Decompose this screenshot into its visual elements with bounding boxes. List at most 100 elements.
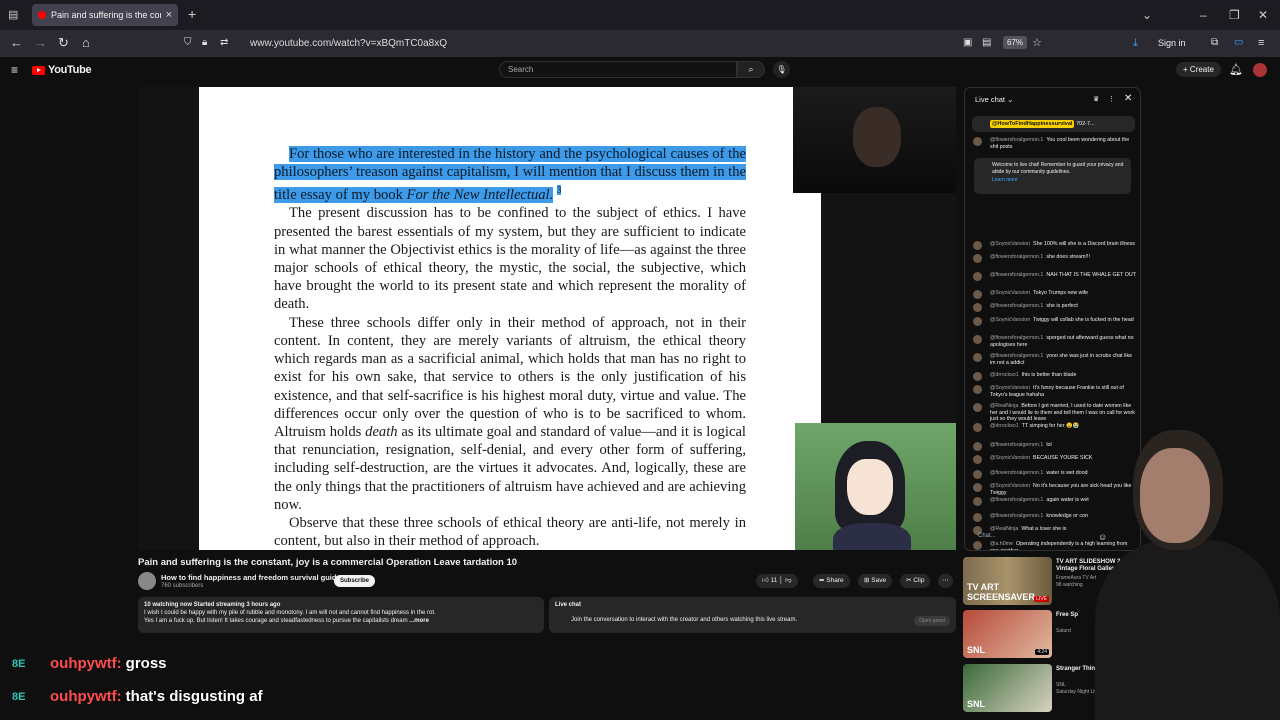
- reload-icon[interactable]: ↻: [58, 36, 69, 50]
- shield-icon[interactable]: ⛉: [184, 36, 192, 50]
- chat-badge-icon: 8E: [12, 657, 26, 670]
- zoom-level[interactable]: 67%: [1003, 36, 1028, 49]
- chat-author: @flowersforalgernon.1: [990, 353, 1044, 359]
- hamburger-menu-icon[interactable]: ≡: [11, 63, 18, 77]
- overlay-message: that's disgusting af: [125, 688, 263, 705]
- chat-avatar: [973, 483, 982, 492]
- menu-icon[interactable]: ≡: [1258, 36, 1264, 50]
- live-chat-title: Live chat: [975, 95, 1006, 104]
- description-more-link[interactable]: ...more: [409, 618, 429, 624]
- live-chat-card-text: Join the conversation to interact with t…: [571, 617, 798, 623]
- channel-avatar[interactable]: [138, 572, 156, 590]
- chat-text: she is perfect: [1046, 303, 1078, 309]
- permissions-icon[interactable]: ⇄: [220, 36, 228, 50]
- browser-tab[interactable]: Pain and suffering is the constant ×: [32, 4, 178, 26]
- live-chat-card[interactable]: Live chat Join the conversation to inter…: [549, 597, 956, 633]
- chat-author: @drrockso1: [990, 423, 1019, 429]
- notifications-bell-icon[interactable]: 🔔︎: [1229, 63, 1243, 76]
- description-line-2: Yes I am a fuck up. But listen! It takes…: [144, 618, 408, 624]
- related-thumbnail[interactable]: TV ART SCREENSAVER LIVE: [963, 557, 1052, 605]
- create-button[interactable]: + Create: [1176, 62, 1221, 77]
- share-button[interactable]: ➦ Share: [813, 574, 850, 588]
- welcome-notice: Welcome to live chat! Remember to guard …: [974, 158, 1131, 194]
- forward-icon[interactable]: →: [34, 36, 47, 50]
- anime-face: [847, 459, 893, 515]
- chat-text: BECAUSE YOURE SICK: [1033, 455, 1093, 461]
- search-button[interactable]: ⌕: [737, 61, 765, 78]
- scissors-icon: ✂: [906, 577, 912, 584]
- learn-more-link[interactable]: Learn more: [992, 177, 1125, 184]
- picture-in-picture-icon[interactable]: ▣: [963, 36, 972, 50]
- chat-settings-icon[interactable]: ♛: [1093, 95, 1099, 103]
- subscribe-button[interactable]: Subscribe: [334, 575, 376, 587]
- chat-avatar: [973, 353, 982, 362]
- chat-more-icon[interactable]: ⋮: [1108, 95, 1115, 103]
- related-thumbnail[interactable]: SNL: [963, 664, 1052, 712]
- thumbnail-badge: LIVE: [1034, 596, 1049, 602]
- chat-text: knowledge or con: [1046, 513, 1088, 519]
- youtube-play-icon: [32, 65, 45, 75]
- home-icon[interactable]: ⌂: [82, 36, 90, 50]
- chat-author: @flowersforalgernon.1: [990, 442, 1044, 448]
- clip-label: Clip: [913, 577, 925, 584]
- search-input[interactable]: Search: [499, 61, 737, 78]
- voice-search-button[interactable]: 🎙︎: [773, 61, 790, 78]
- stream-overlay-chat-line: 8E ouhpywtf: gross: [12, 655, 167, 672]
- microphone-icon: 🎙︎: [776, 65, 787, 74]
- pinned-message[interactable]: @HowToFindHappinessurvival 702-7...: [972, 116, 1135, 132]
- related-meta: 98 watching: [1056, 582, 1083, 588]
- bookmark-star-icon[interactable]: ☆: [1032, 36, 1042, 50]
- paragraph-altruism-italic: death: [365, 423, 398, 440]
- sidebar-icon[interactable]: ▭: [1234, 36, 1243, 50]
- extensions-icon[interactable]: ⧉: [1211, 36, 1218, 50]
- chat-text: Twiggy will collab she is fucked in the …: [1033, 317, 1134, 323]
- chat-message: @SoynicVansion Twiggy will collab she is …: [973, 317, 1136, 326]
- video-description[interactable]: 10 watching now Started streaming 3 hour…: [138, 597, 544, 633]
- chat-text: she does stream!!!: [1046, 254, 1090, 260]
- save-icon: ⊞: [864, 577, 870, 584]
- chat-message: @flowersforalgernon.1 she does stream!!!: [973, 254, 1136, 263]
- video-title: Pain and suffering is the constant, joy …: [138, 557, 518, 568]
- chat-author: @SoynicVansion: [990, 290, 1031, 296]
- reader-view-icon[interactable]: ▤: [982, 36, 991, 50]
- new-tab-icon[interactable]: +: [188, 6, 196, 22]
- address-bar[interactable]: www.youtube.com/watch?v=xBQmTC0a8xQ: [250, 38, 447, 49]
- window-close-icon[interactable]: ✕: [1258, 8, 1268, 22]
- close-tab-icon[interactable]: ×: [166, 9, 172, 21]
- chat-text: NAH THAT IS THE WHALE GET OUT: [1046, 272, 1136, 278]
- chat-avatar: [973, 241, 982, 250]
- related-thumbnail[interactable]: SNL 4:24: [963, 610, 1052, 658]
- chat-text: Tokyo Trumps new wife: [1033, 290, 1089, 296]
- like-button[interactable]: 👍︎ 11 │ 👎︎: [756, 574, 798, 588]
- save-button[interactable]: ⊞ Save: [858, 574, 893, 588]
- close-chat-icon[interactable]: ✕: [1124, 93, 1132, 104]
- share-label: Share: [826, 577, 844, 584]
- sign-in-button[interactable]: Sign in: [1158, 38, 1186, 48]
- clip-button[interactable]: ✂ Clip: [900, 574, 931, 588]
- highlighted-book-title: For the New Intellectual.: [406, 187, 554, 204]
- back-icon[interactable]: ←: [10, 36, 23, 50]
- avatar[interactable]: [1253, 63, 1267, 77]
- open-panel-button[interactable]: Open panel: [914, 616, 950, 626]
- youtube-logo[interactable]: YouTube: [32, 64, 92, 76]
- lock-icon[interactable]: 🔒︎: [202, 36, 207, 50]
- chat-text: TT simping for her 😧😭: [1021, 423, 1080, 429]
- tab-list-icon[interactable]: ▤: [8, 8, 18, 21]
- webcam-overlay: [793, 87, 956, 193]
- chat-input[interactable]: Chat...: [972, 530, 1112, 544]
- restore-icon[interactable]: ❐: [1229, 8, 1240, 22]
- chat-avatar: [973, 335, 982, 344]
- browser-tab-bar: ▤ Pain and suffering is the constant × +…: [0, 0, 1280, 30]
- chat-author: @SoynicVansion: [990, 241, 1031, 247]
- chat-message: @flowersforalgernon.1 yooo she was just i…: [973, 353, 1136, 366]
- more-actions-icon[interactable]: ⋯: [938, 574, 953, 588]
- live-chat-header[interactable]: Live chat ⌄: [975, 95, 1013, 104]
- chat-avatar: [973, 497, 982, 506]
- chat-message: @flowersforalgernon.1 You cool been wonde…: [973, 137, 1136, 150]
- tab-overflow-icon[interactable]: ⌄: [1142, 8, 1152, 22]
- chat-author: @flowersforalgernon.1: [990, 137, 1044, 143]
- download-icon[interactable]: ⤓: [1133, 36, 1138, 50]
- channel-name[interactable]: How to find happiness and freedom surviv…: [161, 573, 341, 582]
- chat-author: @flowersforalgernon.1: [990, 254, 1044, 260]
- minimize-icon[interactable]: –: [1200, 8, 1207, 22]
